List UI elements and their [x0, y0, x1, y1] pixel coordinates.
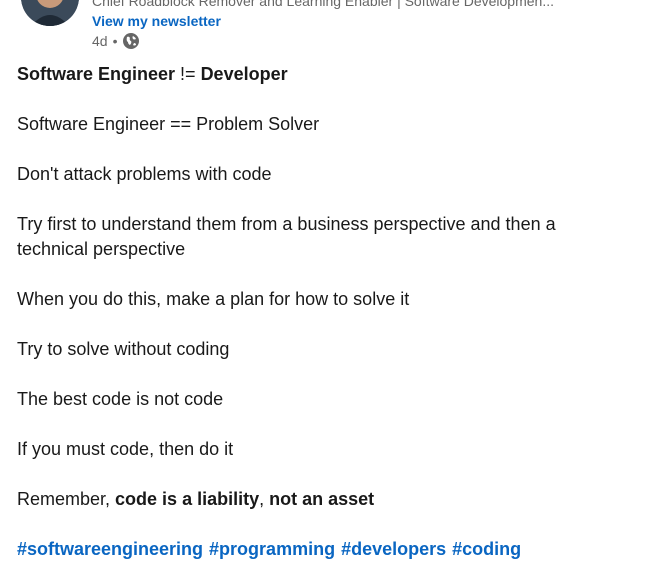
hashtag-link[interactable]: #developers [341, 539, 446, 559]
author-headline: Chief Roadblock Remover and Learning Ena… [92, 0, 554, 9]
avatar-photo [21, 0, 79, 26]
post-line-9-bold-a: code is a liability [115, 489, 260, 509]
post-line-7: The best code is not code [17, 389, 224, 409]
post-line-2: Software Engineer == Problem Solver [17, 114, 320, 134]
post-line-6: Try to solve without coding [17, 339, 230, 359]
post-line-3: Don't attack problems with code [17, 164, 272, 184]
post-line-5: When you do this, make a plan for how to… [17, 289, 410, 309]
post-line-4: Try first to understand them from a busi… [17, 214, 556, 259]
post-line-9-comma: , [259, 489, 270, 509]
author-avatar[interactable] [21, 0, 79, 26]
post-line-1-bold-b: Developer [200, 64, 288, 84]
hashtag-link[interactable]: #coding [452, 539, 521, 559]
post-time: 4d [92, 33, 108, 49]
globe-icon[interactable] [122, 32, 140, 50]
post-line-1-operator: != [175, 64, 201, 84]
hashtag-row: #softwareengineering #programming #develop… [17, 537, 527, 562]
post-line-1: Software Engineer != Developer [17, 62, 288, 87]
hashtag-link[interactable]: #softwareengineering [17, 539, 203, 559]
post-line-9-bold-b: not an asset [269, 489, 375, 509]
post-line-8: If you must code, then do it [17, 439, 234, 459]
meta-separator: • [112, 33, 118, 49]
post-meta: 4d • [92, 32, 140, 50]
hashtag-link[interactable]: #programming [209, 539, 335, 559]
post-line-1-bold-a: Software Engineer [17, 64, 176, 84]
view-newsletter-link[interactable]: View my newsletter [92, 11, 221, 31]
post-line-9-lead: Remember, [17, 489, 116, 509]
post-line-9: Remember, code is a liability, not an as… [17, 487, 374, 512]
